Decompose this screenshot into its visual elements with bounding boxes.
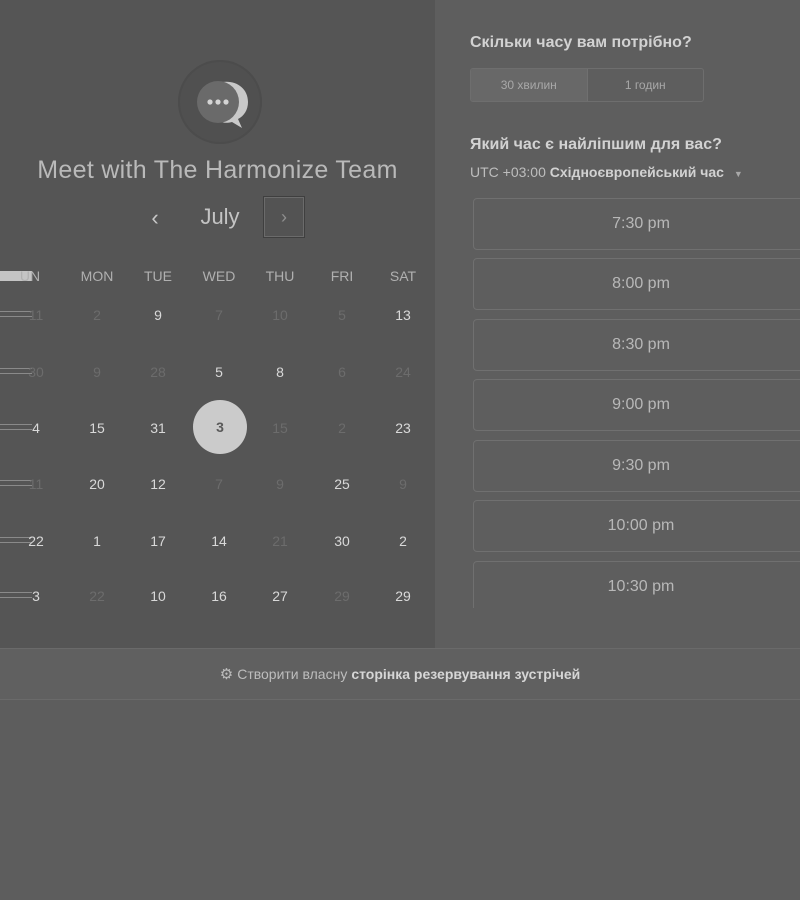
calendar-day[interactable]: 2 (373, 533, 433, 549)
time-slot-label: 10:30 pm (607, 578, 675, 595)
calendar-day: 2 (338, 420, 346, 436)
selected-calendar-day[interactable]: 3 (193, 400, 247, 454)
weekday-label: MON (80, 268, 114, 284)
page-title: Meet with The Harmonize Team (37, 156, 398, 184)
time-slot-label: 10:00 pm (607, 517, 675, 534)
calendar-day[interactable]: 31 (128, 420, 188, 436)
time-slot[interactable]: 10:00 pm (473, 500, 800, 552)
calendar-day[interactable]: 23 (373, 420, 433, 436)
calendar-day[interactable]: 1 (67, 533, 127, 549)
duration-option-1-hour[interactable]: 1 годин (588, 69, 704, 101)
chevron-left-icon: ‹ (151, 205, 159, 230)
time-slot[interactable]: 9:00 pm (473, 379, 800, 431)
time-slot-label: 8:00 pm (612, 275, 670, 292)
timezone-selector[interactable]: UTC +03:00 Східноєвропейський час ▼ (470, 164, 743, 180)
calendar-day[interactable]: 29 (373, 588, 433, 604)
time-slot-list: 7:30 pm 8:00 pm 8:30 pm 9:00 pm 9:30 pm … (473, 198, 800, 608)
calendar-day[interactable]: 4 (6, 420, 66, 436)
calendar-day: 24 (395, 364, 411, 380)
weekday-label: THU (265, 268, 295, 284)
calendar-day: 5 (338, 307, 346, 323)
chevron-right-icon: › (281, 206, 287, 227)
chat-bubble-logo-icon (178, 60, 262, 144)
booking-page-link[interactable]: сторінка резервування зустрічей (351, 666, 580, 682)
next-month-button[interactable]: › (263, 196, 305, 238)
calendar-day: 10 (272, 307, 288, 323)
duration-option-30-min[interactable]: 30 хвилин (471, 69, 588, 101)
timezone-name: Східноєвропейський час (549, 164, 724, 180)
calendar-day: 30 (28, 364, 44, 380)
calendar-day[interactable]: 9 (128, 307, 188, 323)
duration-selector: 30 хвилин 1 годин (470, 68, 704, 102)
calendar-day: 15 (272, 420, 288, 436)
calendar-day: 11 (28, 307, 44, 323)
timezone-offset: UTC +03:00 (470, 164, 546, 180)
duration-question: Скільки часу вам потрібно? (470, 34, 692, 51)
calendar-day[interactable]: 27 (250, 588, 310, 604)
time-slot[interactable]: 9:30 pm (473, 440, 800, 492)
calendar-day[interactable]: 13 (373, 307, 433, 323)
footer-bar: ⚙ Створити власну сторінка резервування … (0, 648, 800, 700)
calendar-day: 9 (93, 364, 101, 380)
time-slot[interactable]: 10:30 pm (473, 561, 800, 608)
time-slot-label: 7:30 pm (612, 215, 670, 232)
time-slot-label: 8:30 pm (612, 336, 670, 353)
footer-text: Створити власну (237, 666, 348, 682)
calendar-day[interactable]: 10 (128, 588, 188, 604)
calendar-day: 9 (399, 476, 407, 492)
time-slot[interactable]: 8:30 pm (473, 319, 800, 371)
calendar-day: 7 (215, 476, 223, 492)
calendar-day: 11 (28, 476, 44, 492)
time-slot[interactable]: 7:30 pm (473, 198, 800, 250)
calendar-day[interactable]: 14 (189, 533, 249, 549)
calendar-day[interactable]: 12 (128, 476, 188, 492)
weekday-label: FRI (330, 268, 354, 284)
calendar-day[interactable]: 20 (67, 476, 127, 492)
calendar-day[interactable]: 17 (128, 533, 188, 549)
time-question: Який час є найліпшим для вас? (470, 136, 722, 153)
calendar-day[interactable]: 16 (189, 588, 249, 604)
calendar-day: 29 (334, 588, 350, 604)
weekday-label: TUE (144, 268, 172, 284)
calendar-day[interactable]: 25 (312, 476, 372, 492)
calendar-day: 6 (338, 364, 346, 380)
weekday-label: WED (202, 268, 236, 284)
calendar-day[interactable]: 22 (6, 533, 66, 549)
weekday-label: SAT (389, 268, 417, 284)
time-slot-label: 9:30 pm (612, 457, 670, 474)
calendar-day[interactable]: 8 (250, 364, 310, 380)
month-navigation: ‹ July › (0, 196, 435, 240)
month-label: July (200, 204, 240, 229)
calendar-day: 21 (272, 533, 288, 549)
calendar-day: 2 (93, 307, 101, 323)
weekday-label: UN (19, 268, 41, 284)
calendar-day: 22 (89, 588, 105, 604)
calendar-day: 28 (150, 364, 166, 380)
caret-down-icon: ▼ (733, 169, 743, 179)
time-slot-label: 9:00 pm (612, 396, 670, 413)
calendar-day[interactable]: 3 (6, 588, 66, 604)
calendar-day[interactable]: 5 (189, 364, 249, 380)
calendar-day: 7 (215, 307, 223, 323)
sprocket-icon: ⚙ (219, 666, 234, 683)
calendar-day: 9 (276, 476, 284, 492)
time-slot[interactable]: 8:00 pm (473, 258, 800, 310)
previous-month-button[interactable]: ‹ (140, 200, 170, 236)
calendar-day[interactable]: 30 (312, 533, 372, 549)
calendar-day[interactable]: 15 (67, 420, 127, 436)
